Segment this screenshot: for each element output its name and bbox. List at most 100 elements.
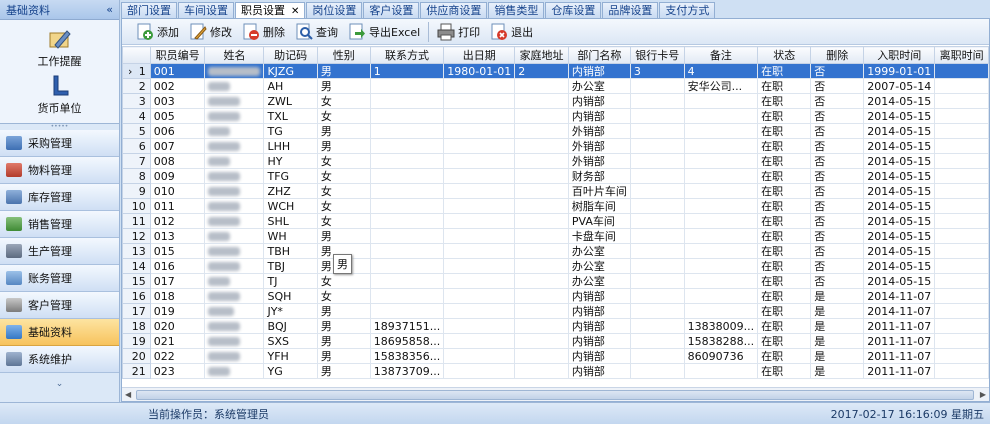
cell-address[interactable] — [514, 243, 569, 259]
cell-contact[interactable]: 15838356... — [369, 348, 445, 364]
cell-deleted[interactable]: 否 — [810, 198, 865, 214]
cell-mnemonic[interactable]: WCH — [263, 198, 318, 214]
cell-sex[interactable]: 女 — [316, 198, 371, 214]
cell-contact[interactable] — [369, 258, 445, 274]
horizontal-scrollbar[interactable]: ◀ ▶ — [122, 387, 989, 401]
cell-birth-date[interactable] — [443, 228, 516, 244]
cell-join-date[interactable]: 2014-11-07 — [863, 288, 936, 304]
cell-leave-date[interactable] — [934, 183, 989, 199]
row-number[interactable]: 16 — [122, 288, 151, 304]
cell-deleted[interactable]: 否 — [810, 228, 865, 244]
cell-leave-date[interactable] — [934, 243, 989, 259]
cell-sex[interactable]: 女 — [316, 273, 371, 289]
cell-deleted[interactable]: 否 — [810, 108, 865, 124]
cell-status[interactable]: 在职 — [757, 78, 812, 94]
cell-department[interactable]: PVA车间 — [567, 213, 631, 229]
cell-address[interactable] — [514, 153, 569, 169]
cell-name[interactable] — [204, 78, 265, 94]
cell-sex[interactable]: 女 — [316, 213, 371, 229]
cell-sex[interactable]: 女 — [316, 153, 371, 169]
cell-bank-card[interactable] — [629, 348, 685, 364]
cell-employee-id[interactable]: 023 — [149, 363, 206, 379]
cell-note[interactable] — [683, 138, 759, 154]
col-header-department[interactable]: 部门名称 — [567, 46, 631, 64]
row-number[interactable]: 4 — [122, 108, 151, 124]
cell-join-date[interactable]: 2014-05-15 — [863, 183, 936, 199]
row-number[interactable]: 2 — [122, 78, 151, 94]
tab-payment[interactable]: 支付方式 — [659, 2, 716, 18]
cell-status[interactable]: 在职 — [757, 153, 812, 169]
cell-birth-date[interactable] — [443, 333, 516, 349]
cell-leave-date[interactable] — [934, 213, 989, 229]
table-row[interactable]: 2 002 AH 男 办公室 安华公司... 在职否 2007-05-14 — [122, 78, 989, 94]
cell-contact[interactable] — [369, 213, 445, 229]
cell-employee-id[interactable]: 003 — [149, 93, 206, 109]
row-number[interactable]: 20 — [122, 348, 151, 364]
cell-employee-id[interactable]: 022 — [149, 348, 206, 364]
cell-leave-date[interactable] — [934, 348, 989, 364]
cell-mnemonic[interactable]: AH — [263, 78, 318, 94]
cell-employee-id[interactable]: 005 — [149, 108, 206, 124]
row-number[interactable]: 9 — [122, 183, 151, 199]
nav-item-production[interactable]: 生产管理 — [0, 238, 119, 265]
cell-mnemonic[interactable]: BQJ — [263, 318, 318, 334]
cell-leave-date[interactable] — [934, 258, 989, 274]
cell-employee-id[interactable]: 013 — [149, 228, 206, 244]
cell-note[interactable]: 13838009... — [683, 318, 759, 334]
cell-employee-id[interactable]: 020 — [149, 318, 206, 334]
row-number[interactable]: 13 — [122, 243, 151, 259]
cell-bank-card[interactable] — [629, 303, 685, 319]
cell-status[interactable]: 在职 — [757, 333, 812, 349]
cell-note[interactable] — [683, 243, 759, 259]
row-number[interactable]: 19 — [122, 333, 151, 349]
cell-join-date[interactable]: 2014-05-15 — [863, 138, 936, 154]
export-excel-button[interactable]: 导出Excel — [344, 20, 424, 44]
cell-sex[interactable]: 男 — [316, 123, 371, 139]
cell-bank-card[interactable] — [629, 123, 685, 139]
cell-address[interactable] — [514, 288, 569, 304]
cell-bank-card[interactable] — [629, 243, 685, 259]
nav-item-sales[interactable]: 销售管理 — [0, 211, 119, 238]
exit-button[interactable]: 退出 — [486, 20, 537, 44]
cell-department[interactable]: 内销部 — [567, 318, 631, 334]
cell-name[interactable] — [204, 288, 265, 304]
cell-birth-date[interactable] — [443, 258, 516, 274]
cell-address[interactable] — [514, 138, 569, 154]
cell-bank-card[interactable] — [629, 108, 685, 124]
cell-employee-id[interactable]: 015 — [149, 243, 206, 259]
close-tab-icon[interactable]: ✕ — [291, 6, 299, 17]
cell-name[interactable] — [204, 303, 265, 319]
cell-bank-card[interactable] — [629, 138, 685, 154]
cell-mnemonic[interactable]: TG — [263, 123, 318, 139]
cell-name[interactable] — [204, 213, 265, 229]
row-number[interactable]: 17 — [122, 303, 151, 319]
row-number[interactable]: 3 — [122, 93, 151, 109]
cell-leave-date[interactable] — [934, 78, 989, 94]
cell-note[interactable] — [683, 153, 759, 169]
cell-sex[interactable]: 女 — [316, 108, 371, 124]
cell-department[interactable]: 财务部 — [567, 168, 631, 184]
cell-mnemonic[interactable]: TBJ — [263, 258, 318, 274]
cell-address[interactable] — [514, 108, 569, 124]
nav-item-materials[interactable]: 物料管理 — [0, 157, 119, 184]
cell-contact[interactable] — [369, 228, 445, 244]
cell-mnemonic[interactable]: ZWL — [263, 93, 318, 109]
cell-join-date[interactable]: 2014-05-15 — [863, 168, 936, 184]
cell-leave-date[interactable] — [934, 333, 989, 349]
cell-join-date[interactable]: 1999-01-01 — [863, 63, 936, 79]
cell-employee-id[interactable]: 016 — [149, 258, 206, 274]
row-number[interactable]: 6 — [122, 138, 151, 154]
edit-button[interactable]: 修改 — [185, 20, 236, 44]
cell-sex[interactable]: 男 — [316, 318, 371, 334]
table-row[interactable]: 17 019 JY* 男 内销部 在职是 2014-11-07 — [122, 303, 989, 319]
cell-address[interactable] — [514, 228, 569, 244]
cell-birth-date[interactable] — [443, 183, 516, 199]
cell-status[interactable]: 在职 — [757, 108, 812, 124]
cell-employee-id[interactable]: 007 — [149, 138, 206, 154]
cell-mnemonic[interactable]: ZHZ — [263, 183, 318, 199]
cell-note[interactable]: 安华公司... — [683, 78, 759, 94]
tab-employee[interactable]: 职员设置 ✕ — [235, 2, 306, 19]
row-number[interactable]: 18 — [122, 318, 151, 334]
cell-deleted[interactable]: 否 — [810, 168, 865, 184]
cell-deleted[interactable]: 否 — [810, 78, 865, 94]
